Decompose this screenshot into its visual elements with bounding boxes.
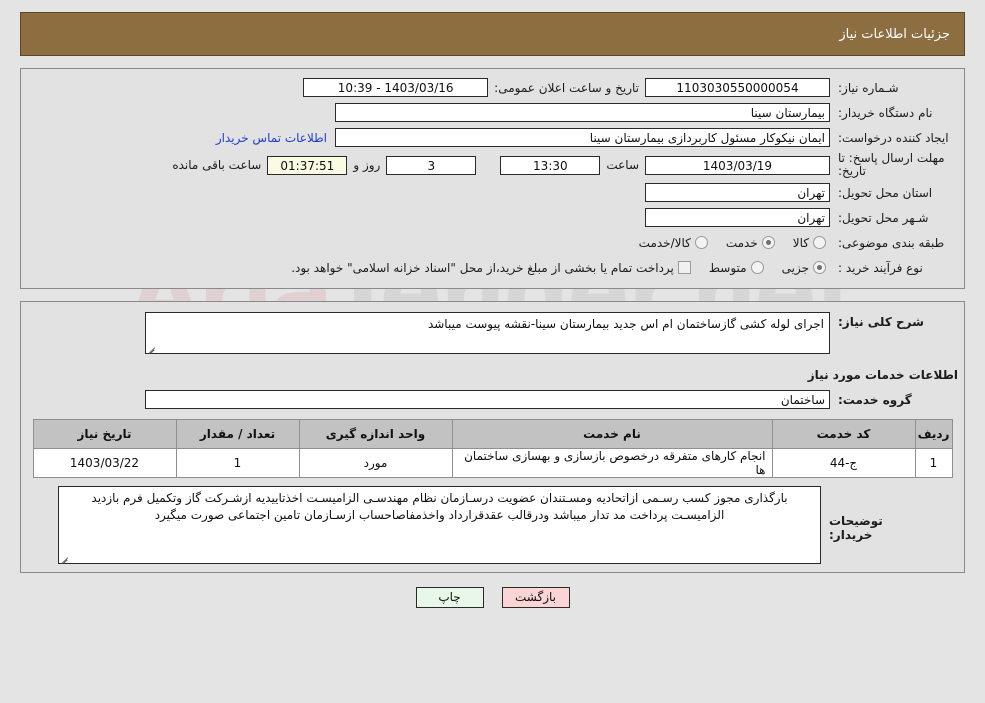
row-service-group: گروه خدمت: ساختمان bbox=[27, 390, 958, 409]
cell-radif: 1 bbox=[914, 448, 953, 478]
buyer-notes-text: بارگذاری مجوز کسب رسـمی ازاتحادیه ومسـتن… bbox=[91, 491, 788, 522]
public-announce-label: تاریخ و ساعت اعلان عمومی: bbox=[494, 80, 639, 95]
cell-service-code: ج-44 bbox=[771, 448, 916, 478]
purchase-type-label: نوع فرآیند خرید : bbox=[838, 260, 923, 275]
deadline-label: مهلت ارسال پاسخ: تا تاریخ: bbox=[838, 151, 945, 178]
deadline-time-label: ساعت bbox=[606, 158, 639, 172]
radio-purchase-jozii[interactable] bbox=[813, 261, 826, 274]
buyer-org-label: نام دستگاه خریدار: bbox=[838, 105, 933, 120]
row-need-summary: شرح کلی نیاز: اجرای لوله کشی گازساختمان … bbox=[27, 312, 958, 354]
buyer-notes-textarea[interactable]: بارگذاری مجوز کسب رسـمی ازاتحادیه ومسـتن… bbox=[58, 486, 821, 564]
province-label: استان محل تحویل: bbox=[838, 185, 933, 200]
items-table: ردیف کد خدمت نام خدمت واحد اندازه گیری ت… bbox=[32, 419, 953, 478]
row-purchase-type: نوع فرآیند خرید : جزیی متوسط پرداخت تمام… bbox=[27, 257, 958, 278]
row-requester: ایجاد کننده درخواست: ایمان نیکوکار مسئول… bbox=[27, 127, 958, 148]
need-summary-text: اجرای لوله کشی گازساختمان ام اس جدید بیم… bbox=[427, 317, 824, 331]
service-group-label: گروه خدمت: bbox=[838, 392, 912, 407]
buyer-contact-link[interactable]: اطلاعات تماس خریدار bbox=[208, 131, 335, 145]
cell-need-date: 1403/03/22 bbox=[32, 448, 177, 478]
row-deadline: مهلت ارسال پاسخ: تا تاریخ: 1403/03/19 سا… bbox=[27, 152, 958, 178]
radio-classification-khedmat-label: خدمت bbox=[725, 235, 758, 250]
page-header: جزئیات اطلاعات نیاز bbox=[20, 12, 965, 56]
th-unit: واحد اندازه گیری bbox=[298, 419, 453, 449]
service-group-field[interactable]: ساختمان bbox=[145, 390, 830, 409]
countdown-field: 01:37:51 bbox=[267, 155, 348, 175]
cell-quantity: 1 bbox=[175, 448, 300, 478]
service-details-panel: شرح کلی نیاز: اجرای لوله کشی گازساختمان … bbox=[20, 301, 965, 573]
table-header-row: ردیف کد خدمت نام خدمت واحد اندازه گیری ت… bbox=[32, 419, 953, 449]
countdown-label: ساعت باقی مانده bbox=[172, 158, 262, 172]
radio-classification-kala-khedmat-label: کالا/خدمت bbox=[638, 235, 691, 250]
need-summary-label: شرح کلی نیاز: bbox=[838, 315, 924, 329]
row-buyer-org: نام دستگاه خریدار: بیمارستان سینا bbox=[27, 102, 958, 123]
province-field[interactable]: تهران bbox=[645, 183, 830, 202]
deadline-date-field[interactable]: 1403/03/19 bbox=[645, 155, 830, 175]
resize-grip-icon[interactable] bbox=[61, 553, 70, 564]
buyer-org-field[interactable]: بیمارستان سینا bbox=[335, 103, 830, 122]
services-heading: اطلاعات خدمات مورد نیاز bbox=[807, 368, 958, 382]
need-info-panel: شـماره نیاز: 1103030550000054 تاریخ و سا… bbox=[20, 68, 965, 289]
table-row: 1 ج-44 انجام کارهای متفرقه درخصوص بازساز… bbox=[32, 448, 953, 478]
resize-grip-icon[interactable] bbox=[148, 343, 157, 354]
back-button[interactable]: بازگشت bbox=[501, 587, 570, 608]
public-announce-field[interactable]: 1403/03/16 - 10:39 bbox=[303, 78, 489, 97]
th-radif: ردیف bbox=[914, 419, 953, 449]
need-summary-textarea[interactable]: اجرای لوله کشی گازساختمان ام اس جدید بیم… bbox=[145, 312, 830, 354]
city-label: شـهر محل تحویل: bbox=[838, 210, 929, 225]
treasury-checkbox[interactable] bbox=[677, 261, 691, 274]
row-city: شـهر محل تحویل: تهران bbox=[27, 207, 958, 228]
th-need-date: تاریخ نیاز bbox=[32, 419, 177, 449]
classification-label: طبقه بندی موضوعی: bbox=[838, 235, 945, 250]
treasury-note: پرداخت تمام یا بخشی از مبلغ خرید،از محل … bbox=[291, 260, 674, 275]
row-classification: طبقه بندی موضوعی: کالا خدمت کالا/خدمت bbox=[27, 232, 958, 253]
page-root: جزئیات اطلاعات نیاز شـماره نیاز: 1103030… bbox=[0, 12, 985, 608]
print-button[interactable]: چاپ bbox=[415, 587, 484, 608]
need-number-label: شـماره نیاز: bbox=[838, 80, 899, 95]
th-quantity: تعداد / مقدار bbox=[175, 419, 300, 449]
city-field[interactable]: تهران bbox=[645, 208, 830, 227]
requester-label: ایجاد کننده درخواست: bbox=[838, 130, 949, 145]
radio-purchase-jozii-label: جزیی bbox=[781, 260, 809, 275]
radio-classification-kala[interactable] bbox=[813, 236, 826, 249]
cell-unit: مورد bbox=[298, 448, 453, 478]
radio-purchase-motevaset[interactable] bbox=[750, 261, 764, 274]
need-number-field[interactable]: 1103030550000054 bbox=[645, 78, 830, 97]
days-left-field[interactable]: 3 bbox=[386, 155, 477, 175]
cell-service-name: انجام کارهای متفرقه درخصوص بازسازی و بهس… bbox=[451, 448, 773, 478]
radio-purchase-motevaset-label: متوسط bbox=[708, 260, 747, 275]
radio-classification-kala-label: کالا bbox=[792, 235, 809, 250]
radio-classification-khedmat[interactable] bbox=[761, 236, 775, 249]
th-service-code: کد خدمت bbox=[771, 419, 916, 449]
items-table-wrap: ردیف کد خدمت نام خدمت واحد اندازه گیری ت… bbox=[27, 419, 958, 478]
days-left-label: روز و bbox=[353, 158, 381, 172]
requester-field[interactable]: ایمان نیکوکار مسئول کاربردازی بیمارستان … bbox=[335, 128, 830, 147]
row-buyer-notes: توضیحات خریدار: بارگذاری مجوز کسب رسـمی … bbox=[27, 486, 958, 564]
footer-actions: بازگشت چاپ bbox=[0, 573, 985, 608]
page-title: جزئیات اطلاعات نیاز bbox=[839, 26, 950, 42]
row-province: استان محل تحویل: تهران bbox=[27, 182, 958, 203]
deadline-time-field[interactable]: 13:30 bbox=[500, 155, 601, 175]
row-need-number: شـماره نیاز: 1103030550000054 تاریخ و سا… bbox=[27, 77, 958, 98]
radio-classification-kala-khedmat[interactable] bbox=[694, 236, 708, 249]
th-service-name: نام خدمت bbox=[451, 419, 773, 449]
buyer-notes-label: توضیحات خریدار: bbox=[829, 514, 883, 542]
